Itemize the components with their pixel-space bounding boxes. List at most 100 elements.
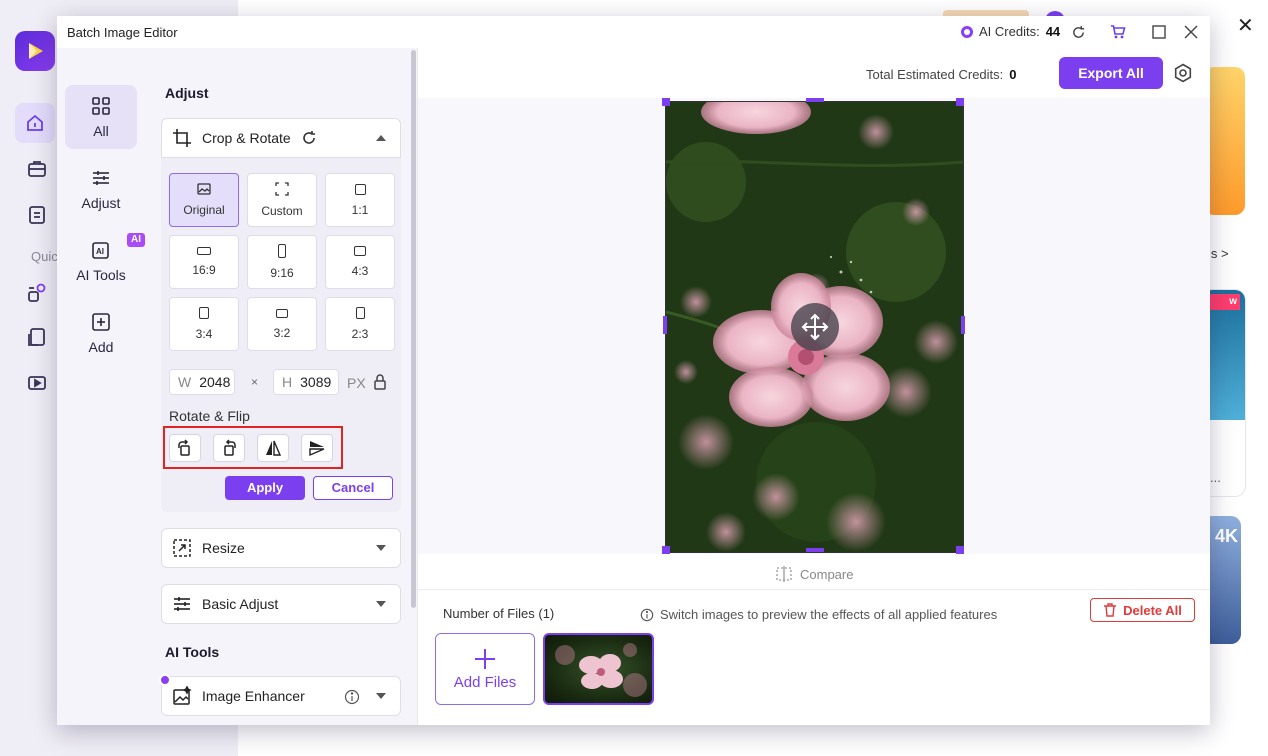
lock-icon[interactable]	[373, 374, 387, 390]
nav-item-ai-tools[interactable]: AI AI Tools AI	[65, 229, 145, 293]
portrait-icon	[278, 244, 286, 258]
batch-image-editor-dialog: Batch Image Editor AI Credits: 44 All Ad…	[57, 16, 1210, 725]
add-files-label: Add Files	[453, 673, 517, 691]
quick-section-label: Quic	[31, 249, 58, 264]
rotate-right-button[interactable]	[169, 434, 201, 462]
hint-text: Switch images to preview the effects of …	[660, 607, 998, 622]
landscape-icon	[276, 308, 288, 318]
apply-button[interactable]: Apply	[225, 476, 305, 500]
ratio-9-16[interactable]: 9:16	[247, 235, 317, 289]
image-enhancer-header[interactable]: Image Enhancer	[161, 676, 401, 716]
ratio-label: Custom	[261, 204, 303, 218]
resize-icon	[173, 539, 191, 557]
rotate-left-icon	[224, 439, 236, 456]
ratio-2-3[interactable]: 2:3	[325, 297, 395, 351]
crop-handle-top-left[interactable]	[662, 98, 670, 106]
ratio-4-3[interactable]: 4:3	[325, 235, 395, 289]
trash-icon	[1104, 603, 1117, 617]
resize-header[interactable]: Resize	[161, 528, 401, 568]
ai-credits: AI Credits: 44	[961, 24, 1060, 39]
ratio-3-2[interactable]: 3:2	[247, 297, 317, 351]
info-icon[interactable]	[344, 689, 360, 705]
sliders-icon	[174, 597, 190, 611]
cancel-button[interactable]: Cancel	[313, 476, 393, 500]
nav-item-label: AI Tools	[76, 267, 126, 283]
toolbox-icon[interactable]	[26, 158, 50, 182]
move-icon[interactable]	[791, 303, 839, 351]
credits-value: 44	[1045, 24, 1061, 39]
compare-icon	[776, 566, 792, 582]
crop-handle-bottom-left[interactable]	[662, 546, 670, 554]
refresh-credits-icon[interactable]	[1068, 22, 1088, 42]
panel-scrollbar[interactable]	[411, 50, 416, 608]
cart-icon[interactable]	[1108, 22, 1128, 42]
ai-badge: AI	[127, 233, 145, 247]
crop-handle-bottom-right[interactable]	[956, 546, 964, 554]
plus-square-icon	[92, 313, 110, 331]
ratio-16-9[interactable]: 16:9	[169, 235, 239, 289]
quick-tool-icon[interactable]	[26, 282, 50, 306]
nav-item-add[interactable]: Add	[65, 301, 137, 365]
ratio-original[interactable]: Original	[169, 173, 239, 227]
ratio-label: 3:2	[273, 325, 291, 340]
delete-all-button[interactable]: Delete All	[1090, 598, 1195, 622]
reset-icon[interactable]	[301, 130, 317, 146]
ratio-label: 1:1	[351, 202, 369, 217]
credits-icon	[961, 25, 973, 38]
square-icon	[354, 183, 366, 195]
crop-handle-top-right[interactable]	[956, 98, 964, 106]
crop-rotate-header[interactable]: Crop & Rotate	[161, 118, 401, 158]
ratio-custom[interactable]: Custom	[247, 173, 317, 227]
image-enhancer-label: Image Enhancer	[202, 688, 305, 704]
crop-handle-bottom[interactable]	[806, 548, 824, 552]
background-card-ellipsis: ...	[1210, 470, 1221, 485]
nav-item-adjust[interactable]: Adjust	[65, 157, 137, 221]
adjust-heading: Adjust	[165, 85, 209, 101]
resize-label: Resize	[202, 540, 245, 556]
add-files-button[interactable]: Add Files	[435, 633, 535, 705]
rotate-right-icon	[178, 439, 190, 456]
export-all-button[interactable]: Export All	[1059, 57, 1163, 89]
crop-handle-right[interactable]	[961, 316, 965, 334]
background-close-icon[interactable]: ✕	[1237, 13, 1254, 38]
ratio-label: 4:3	[351, 264, 369, 278]
svg-text:AI: AI	[96, 247, 104, 256]
ratio-3-4[interactable]: 3:4	[169, 297, 239, 351]
dialog-title: Batch Image Editor	[67, 25, 178, 40]
files-count: Number of Files (1)	[443, 606, 555, 621]
flip-vertical-icon	[309, 441, 325, 457]
chevron-down-icon	[376, 693, 386, 699]
files-bar: Number of Files (1) Switch images to pre…	[418, 589, 1210, 725]
preview-image[interactable]	[665, 101, 964, 553]
home-icon[interactable]	[15, 103, 55, 143]
file-thumbnail[interactable]	[543, 633, 654, 705]
ratio-label: 2:3	[351, 327, 369, 341]
sliders-icon	[93, 171, 109, 185]
crop-handle-left[interactable]	[663, 316, 667, 334]
height-field[interactable]: H 3089	[273, 369, 339, 395]
nav-item-label: Add	[88, 339, 114, 355]
background-tools-link[interactable]: ls >	[1208, 246, 1229, 261]
rotate-left-button[interactable]	[213, 434, 245, 462]
basic-adjust-header[interactable]: Basic Adjust	[161, 584, 401, 624]
crop-handle-top[interactable]	[806, 98, 824, 102]
main-area: Total Estimated Credits: 0 Export All Co…	[417, 48, 1210, 725]
background-4k-label: 4K	[1214, 526, 1238, 546]
files-hint: Switch images to preview the effects of …	[640, 607, 997, 622]
nav-item-all[interactable]: All	[65, 85, 137, 149]
close-icon[interactable]	[1181, 22, 1201, 42]
flip-horizontal-icon	[266, 440, 282, 456]
ai-feature-dot	[159, 674, 171, 686]
maximize-icon[interactable]	[1149, 22, 1169, 42]
settings-icon[interactable]	[1173, 63, 1193, 83]
document-icon[interactable]	[26, 204, 50, 228]
flip-vertical-button[interactable]	[301, 434, 333, 462]
preview-canvas	[418, 98, 1210, 554]
edit-document-icon[interactable]	[26, 326, 50, 350]
flip-horizontal-button[interactable]	[257, 434, 289, 462]
compare-button[interactable]: Compare	[776, 566, 853, 582]
width-field[interactable]: W 2048	[169, 369, 235, 395]
video-tool-icon[interactable]	[26, 372, 50, 396]
ratio-1-1[interactable]: 1:1	[325, 173, 395, 227]
plus-icon	[475, 648, 495, 669]
